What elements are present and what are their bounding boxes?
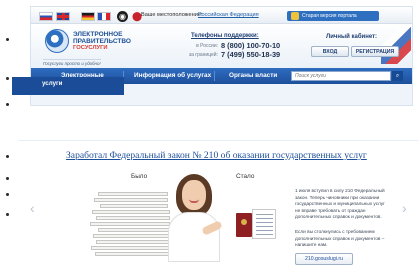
register-button[interactable]: РЕГИСТРАЦИЯ	[351, 46, 399, 57]
before-label: Было	[131, 173, 148, 180]
phone-abroad-number: 7 (499) 550-18-39	[221, 50, 281, 59]
old-portal-button[interactable]: Старая версия портала	[287, 11, 379, 21]
paper-sheet	[98, 228, 170, 232]
logo-icon[interactable]	[45, 29, 69, 53]
passport-image	[236, 213, 252, 237]
woman-face	[182, 180, 206, 210]
logo-text-1: ЭЛЕКТРОННОЕ	[73, 31, 123, 38]
screenshot-page: ◉ ⬤ Ваше местоположение: Российская Феде…	[0, 0, 419, 268]
cabinet-title: Личный кабинет:	[326, 34, 378, 40]
location-link[interactable]: Российская Федерация	[198, 12, 259, 18]
flag-ru-icon[interactable]	[39, 12, 53, 21]
edge-dot	[6, 155, 9, 158]
nav-divider	[214, 71, 215, 81]
paper-sheet	[100, 204, 168, 208]
info-text: 1 июля вступил в силу 210 Федеральный за…	[295, 188, 385, 220]
location-label: Ваше местоположение:	[141, 12, 203, 18]
phone-ru-number: 8 (800) 100-70-10	[221, 41, 281, 50]
flag-fr-icon[interactable]	[97, 12, 111, 21]
flag-de-icon[interactable]	[81, 12, 95, 21]
paper-sheet	[98, 192, 168, 196]
nav-item-service-info[interactable]: Информация об услугах	[134, 68, 211, 84]
paper-sheet	[90, 222, 170, 226]
edge-dot	[6, 77, 9, 80]
nav-dropdown[interactable]: услуги	[12, 77, 124, 95]
support-phones-link[interactable]: Телефоны поддержки:	[191, 33, 259, 39]
info-text-contact: Если вы столкнулись с требованием дополн…	[295, 229, 385, 248]
chevron-right-icon[interactable]: ›	[402, 200, 407, 216]
old-portal-label: Старая версия портала	[302, 13, 357, 19]
paper-sheet	[91, 246, 171, 250]
logo-text-3: ГОСУСЛУГИ	[73, 45, 108, 51]
chevron-left-icon[interactable]: ‹	[30, 200, 35, 216]
edge-dot	[6, 103, 9, 106]
dropdown-item-services[interactable]: услуги	[42, 80, 62, 87]
paper-sheet	[92, 210, 170, 214]
flag-en-icon[interactable]	[56, 12, 70, 21]
phone-ru-label: в России:	[196, 43, 218, 49]
paper-sheet	[96, 216, 170, 220]
edge-dot	[6, 213, 9, 216]
edge-dot	[6, 177, 9, 180]
phone-abroad-label: за границей:	[188, 52, 218, 58]
after-label: Стало	[236, 173, 255, 180]
logo-text-2: ПРАВИТЕЛЬСТВО	[73, 38, 131, 45]
edge-dot	[6, 193, 9, 196]
banner-title-link[interactable]: Заработал Федеральный закон № 210 об ока…	[66, 150, 367, 161]
document-lines	[256, 214, 273, 215]
law-210-link[interactable]: 210.gosuslugi.ru	[295, 253, 353, 265]
search-icon[interactable]: ⌕	[392, 71, 403, 81]
paper-sheet	[96, 240, 172, 244]
woman-photo	[162, 172, 224, 262]
top-bar: ◉ ⬤ Ваше местоположение: Российская Феде…	[31, 7, 412, 24]
search-input[interactable]	[291, 71, 391, 81]
accessibility-icon[interactable]: ◉	[117, 11, 128, 22]
nav-item-authorities[interactable]: Органы власти	[229, 68, 277, 84]
login-button[interactable]: ВХОД	[311, 46, 349, 57]
edge-dot	[6, 38, 9, 41]
paper-sheet	[94, 198, 168, 202]
flag-ribbon-decoration	[381, 26, 411, 64]
left-photo-edge	[0, 0, 18, 268]
tagline: Госуслуги просто и удобно!	[43, 59, 101, 66]
document-image	[252, 209, 276, 239]
crest-icon	[291, 12, 299, 20]
woman-shirt	[168, 212, 220, 262]
site-header: ЭЛЕКТРОННОЕ ПРАВИТЕЛЬСТВО ГОСУСЛУГИ Госу…	[31, 24, 412, 68]
paper-sheet	[93, 234, 171, 238]
